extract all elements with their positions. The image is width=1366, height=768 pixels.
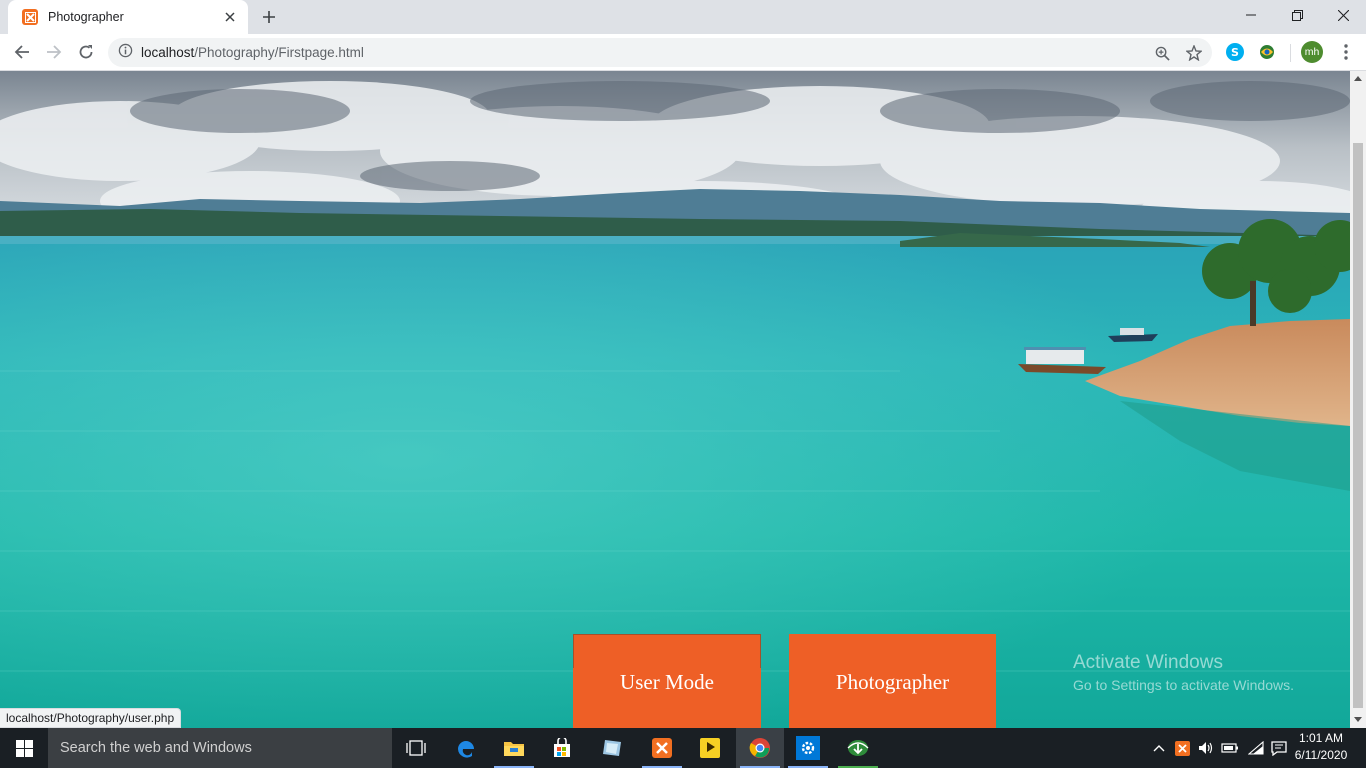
new-tab-icon[interactable] (258, 6, 280, 28)
bookmark-star-icon[interactable] (1186, 45, 1202, 61)
search-placeholder: Search the web and Windows (60, 740, 252, 756)
activate-windows-watermark: Activate Windows Go to Settings to activ… (1073, 652, 1294, 693)
user-mode-hover-outline (573, 634, 761, 668)
forward-icon[interactable] (40, 38, 68, 66)
browser-tab[interactable]: Photographer (8, 0, 248, 34)
notification-center-icon[interactable] (1268, 728, 1290, 768)
chrome-icon[interactable] (736, 728, 784, 768)
toolbar-divider (1290, 44, 1291, 62)
tab-strip: Photographer (0, 0, 1366, 34)
extension-icon[interactable] (1258, 43, 1276, 61)
photographer-label: Photographer (835, 670, 950, 694)
windows-start-icon[interactable] (0, 728, 48, 768)
battery-icon[interactable] (1220, 728, 1240, 768)
address-bar[interactable]: localhost/Photography/Firstpage.html (108, 38, 1212, 67)
kmplayer-icon[interactable] (686, 728, 734, 768)
minimize-icon[interactable] (1228, 0, 1274, 30)
page-scrollbar[interactable] (1350, 71, 1366, 728)
task-view-icon[interactable] (392, 728, 440, 768)
clock-date: 6/11/2020 (1294, 748, 1348, 762)
url-host: localhost (141, 45, 195, 60)
browser-toolbar: localhost/Photography/Firstpage.html S m… (0, 34, 1366, 71)
url-path: /Photography/Firstpage.html (194, 45, 364, 60)
xampp-tray-icon[interactable] (1172, 728, 1192, 768)
wifi-icon[interactable] (1246, 728, 1266, 768)
user-mode-label: User Mode (620, 670, 714, 694)
reload-icon[interactable] (72, 38, 100, 66)
settings-icon[interactable] (784, 728, 832, 768)
scroll-up-icon[interactable] (1354, 76, 1362, 81)
lake-background-image (0, 71, 1350, 728)
xampp-icon[interactable] (638, 728, 686, 768)
idm-icon[interactable] (834, 728, 882, 768)
xampp-favicon-icon (22, 9, 38, 25)
volume-icon[interactable] (1196, 728, 1216, 768)
edge-browser-icon[interactable] (442, 728, 490, 768)
restore-icon[interactable] (1274, 0, 1320, 30)
info-icon[interactable] (118, 43, 133, 62)
url-text: localhost/Photography/Firstpage.html (141, 45, 364, 60)
back-icon[interactable] (8, 38, 36, 66)
store-icon[interactable] (538, 728, 586, 768)
activate-windows-title: Activate Windows (1073, 652, 1223, 673)
taskbar-search-box[interactable]: Search the web and Windows (48, 728, 392, 768)
tab-close-icon[interactable] (222, 9, 238, 25)
page-viewport: User Mode Photographer Activate Windows … (0, 71, 1350, 728)
file-explorer-icon[interactable] (490, 728, 538, 768)
zoom-icon[interactable] (1154, 45, 1170, 61)
profile-avatar[interactable]: mh (1301, 41, 1323, 63)
photographer-button[interactable]: Photographer (789, 634, 996, 728)
skype-extension-icon[interactable]: S (1226, 43, 1244, 61)
app-icon[interactable] (588, 728, 636, 768)
windows-taskbar: Search the web and Windows 1:01 AM 6/11/… (0, 728, 1366, 768)
clock-time: 1:01 AM (1298, 731, 1344, 745)
taskbar-clock[interactable]: 1:01 AM 6/11/2020 (1292, 730, 1350, 764)
show-hidden-icons-icon[interactable] (1150, 728, 1168, 768)
user-mode-button[interactable]: User Mode (573, 634, 761, 728)
menu-icon[interactable] (1332, 38, 1360, 66)
close-window-icon[interactable] (1320, 0, 1366, 30)
link-status-bubble: localhost/Photography/user.php (0, 708, 182, 728)
tab-title: Photographer (48, 10, 124, 24)
activate-windows-subtitle: Go to Settings to activate Windows. (1073, 677, 1294, 693)
scroll-down-icon[interactable] (1354, 717, 1362, 722)
scrollbar-thumb[interactable] (1353, 143, 1363, 708)
